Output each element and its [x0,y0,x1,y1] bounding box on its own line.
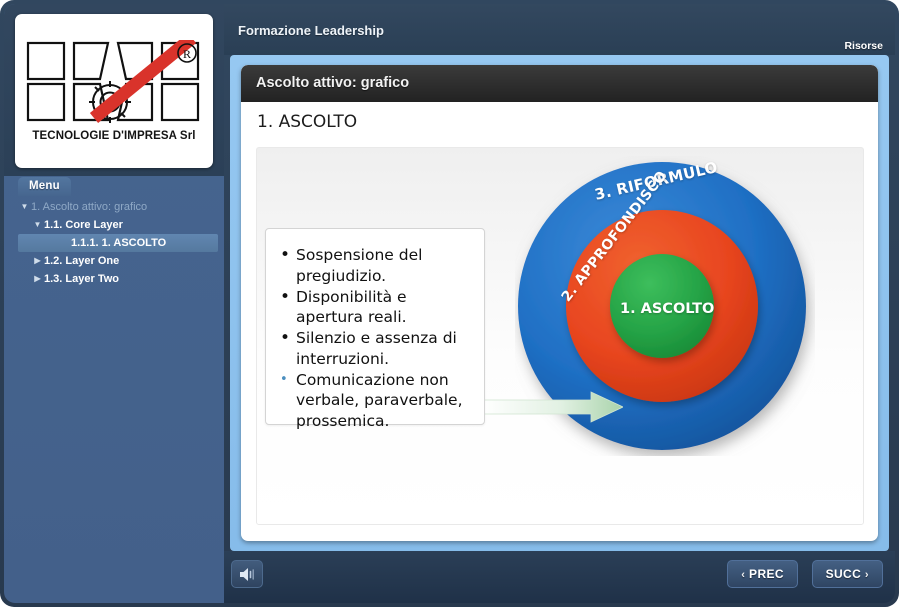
prev-button[interactable]: ‹ PREC [727,560,798,588]
logo-mark-icon: R [26,40,200,124]
course-player-window: R TECNOLOGIE D'IMPRESA Srl Menu ▼ 1. Asco… [0,0,899,607]
speaker-icon [240,568,254,581]
bullet-list: Sospensione del pregiudizio.Disponibilit… [266,229,484,432]
bullet-item: Sospensione del pregiudizio. [280,244,474,287]
slide-title: Ascolto attivo: grafico [256,75,410,91]
prev-chevron-icon: ‹ [741,569,746,581]
resources-link[interactable]: Risorse [844,40,883,52]
course-title: Formazione Leadership [238,23,384,38]
stage-frame: Ascolto attivo: grafico 1. ASCOLTO 3. RI… [230,55,889,551]
tree-item-label: 1.1.1. 1. ASCOLTO [71,237,167,250]
tree-item-label: 1. Ascolto attivo: grafico [31,201,148,214]
navigation-tree: ▼ 1. Ascolto attivo: grafico ▼ 1.1. Core La… [18,198,218,288]
tree-item-4[interactable]: ▶ 1.3. Layer Two [18,270,218,288]
company-logo: R TECNOLOGIE D'IMPRESA Srl [15,14,213,168]
player-control-bar: ‹ PREC SUCC › [224,551,895,603]
tree-item-1[interactable]: ▼ 1.1. Core Layer [18,216,218,234]
slide-heading: 1. ASCOLTO [257,112,358,132]
bullet-item: Silenzio e assenza di interruzioni. [280,327,474,370]
tree-item-label: 1.2. Layer One [44,255,120,268]
tree-item-2[interactable]: 1.1.1. 1. ASCOLTO [18,234,218,252]
tree-item-label: 1.3. Layer Two [44,273,119,286]
prev-button-label: PREC [749,567,784,581]
bullet-item: Comunicazione non verbale, paraverbale, … [280,370,474,432]
chevron-down-icon[interactable]: ▼ [31,216,44,234]
chevron-right-icon[interactable]: ▶ [31,270,44,288]
slide: Ascolto attivo: grafico 1. ASCOLTO 3. RI… [241,65,878,541]
menu-tab[interactable]: Menu [18,177,71,196]
chevron-down-icon[interactable]: ▼ [18,198,31,216]
slide-title-bar: Ascolto attivo: grafico [241,65,878,102]
chevron-right-icon[interactable]: ▶ [31,252,44,270]
next-button-label: SUCC [825,567,862,581]
sidebar: R TECNOLOGIE D'IMPRESA Srl Menu ▼ 1. Asco… [4,4,224,603]
tree-item-label: 1.1. Core Layer [44,219,123,232]
tree-item-3[interactable]: ▶ 1.2. Layer One [18,252,218,270]
pointer-arrow-icon [483,391,623,423]
main-area: Formazione Leadership Risorse Ascolto at… [224,4,895,603]
next-chevron-icon: › [864,569,869,581]
bullet-item: Disponibilità e apertura reali. [280,286,474,329]
audio-toggle-button[interactable] [231,560,263,588]
next-button[interactable]: SUCC › [811,560,883,588]
logo-subtitle: TECNOLOGIE D'IMPRESA Srl [32,130,196,142]
tree-item-0[interactable]: ▼ 1. Ascolto attivo: grafico [18,198,218,216]
svg-text:R: R [183,47,191,61]
bullet-textbox: Sospensione del pregiudizio.Disponibilit… [265,228,485,430]
slide-canvas: 3. RIFORMULO 2. APPROFONDISCO 1. ASCOLTO [256,147,864,525]
top-bar: Formazione Leadership Risorse [224,4,895,55]
